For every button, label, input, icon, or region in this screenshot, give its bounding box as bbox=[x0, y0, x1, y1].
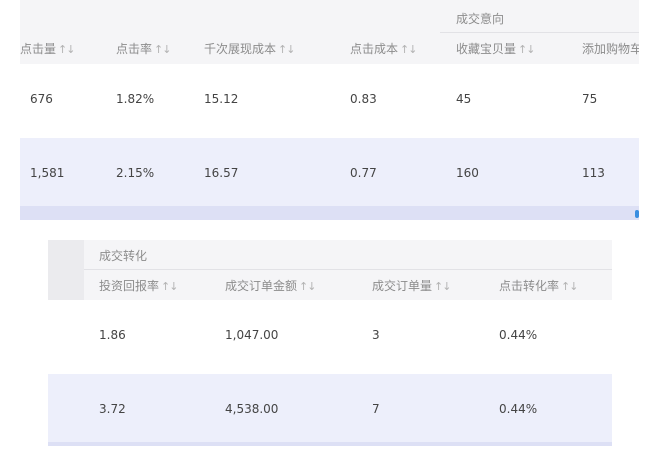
cell-cpc: 0.83 bbox=[350, 92, 377, 106]
cell-add-to-cart: 113 bbox=[582, 166, 605, 180]
sort-icon[interactable]: ↑↓ bbox=[161, 280, 178, 293]
column-header-favorites[interactable]: 收藏宝贝量 ↑↓ bbox=[456, 40, 535, 57]
column-header-roi[interactable]: 投资回报率 ↑↓ bbox=[99, 277, 178, 294]
cell-ctr: 1.82% bbox=[116, 92, 155, 106]
table-row: 676 1.82% 15.12 0.83 45 75 bbox=[20, 64, 639, 139]
column-header-cpm[interactable]: 千次展现成本 ↑↓ bbox=[204, 40, 295, 57]
cell-conversion-rate: 0.44% bbox=[499, 328, 538, 342]
table-footer-stripe bbox=[20, 206, 639, 220]
table-row: 1,581 2.15% 16.57 0.77 160 113 bbox=[20, 138, 639, 212]
cell-order-count: 7 bbox=[372, 402, 380, 416]
column-header-cpc[interactable]: 点击成本 ↑↓ bbox=[350, 40, 417, 57]
cell-order-amount: 1,047.00 bbox=[225, 328, 279, 342]
cell-favorites: 45 bbox=[456, 92, 472, 106]
cell-cpc: 0.77 bbox=[350, 166, 377, 180]
cell-roi: 1.86 bbox=[99, 328, 126, 342]
sort-icon[interactable]: ↑↓ bbox=[58, 43, 75, 56]
cell-clicks: 1,581 bbox=[30, 166, 65, 180]
cell-order-count: 3 bbox=[372, 328, 380, 342]
table-row: 1.86 1,047.00 3 0.44% bbox=[48, 300, 612, 375]
column-header-add-to-cart[interactable]: 添加购物车 bbox=[582, 40, 639, 57]
table-header: 成交意向 点击量 ↑↓ 点击率 ↑↓ 千次展现成本 ↑↓ 点击成本 ↑↓ 收藏宝贝量 ↑↓… bbox=[20, 0, 639, 64]
cell-cpm: 15.12 bbox=[204, 92, 239, 106]
sort-icon[interactable]: ↑↓ bbox=[278, 43, 295, 56]
column-header-order-count[interactable]: 成交订单量 ↑↓ bbox=[372, 277, 451, 294]
sort-icon[interactable]: ↑↓ bbox=[561, 280, 578, 293]
bottom-data-table: 成交转化 投资回报率 ↑↓ 成交订单金额 ↑↓ 成交订单量 ↑↓ 点击转化率 ↑↓ 1.… bbox=[48, 240, 612, 446]
column-header-order-amount[interactable]: 成交订单金额 ↑↓ bbox=[225, 277, 316, 294]
sort-icon[interactable]: ↑↓ bbox=[518, 43, 535, 56]
sort-icon[interactable]: ↑↓ bbox=[154, 43, 171, 56]
sort-icon[interactable]: ↑↓ bbox=[434, 280, 451, 293]
cell-conversion-rate: 0.44% bbox=[499, 402, 538, 416]
table-footer-stripe bbox=[48, 442, 612, 446]
column-header-ctr[interactable]: 点击率 ↑↓ bbox=[116, 40, 171, 57]
cell-order-amount: 4,538.00 bbox=[225, 402, 279, 416]
column-header-clicks[interactable]: 点击量 ↑↓ bbox=[20, 40, 75, 57]
group-divider bbox=[440, 32, 639, 33]
cell-add-to-cart: 75 bbox=[582, 92, 598, 106]
cell-favorites: 160 bbox=[456, 166, 479, 180]
group-label-conversion: 成交转化 bbox=[99, 249, 148, 263]
cell-ctr: 2.15% bbox=[116, 166, 155, 180]
sort-icon[interactable]: ↑↓ bbox=[400, 43, 417, 56]
table-row: 3.72 4,538.00 7 0.44% bbox=[48, 374, 612, 446]
cell-clicks: 676 bbox=[30, 92, 53, 106]
sort-icon[interactable]: ↑↓ bbox=[299, 280, 316, 293]
cell-cpm: 16.57 bbox=[204, 166, 239, 180]
column-header-conversion-rate[interactable]: 点击转化率 ↑↓ bbox=[499, 277, 578, 294]
top-data-table: 成交意向 点击量 ↑↓ 点击率 ↑↓ 千次展现成本 ↑↓ 点击成本 ↑↓ 收藏宝贝量 ↑↓… bbox=[20, 0, 639, 220]
table-header: 成交转化 投资回报率 ↑↓ 成交订单金额 ↑↓ 成交订单量 ↑↓ 点击转化率 ↑↓ bbox=[48, 240, 612, 300]
cell-roi: 3.72 bbox=[99, 402, 126, 416]
group-divider bbox=[84, 269, 612, 270]
group-label-intent: 成交意向 bbox=[456, 12, 505, 26]
header-lead-cell bbox=[48, 240, 84, 300]
scrollbar-indicator[interactable] bbox=[635, 210, 639, 218]
